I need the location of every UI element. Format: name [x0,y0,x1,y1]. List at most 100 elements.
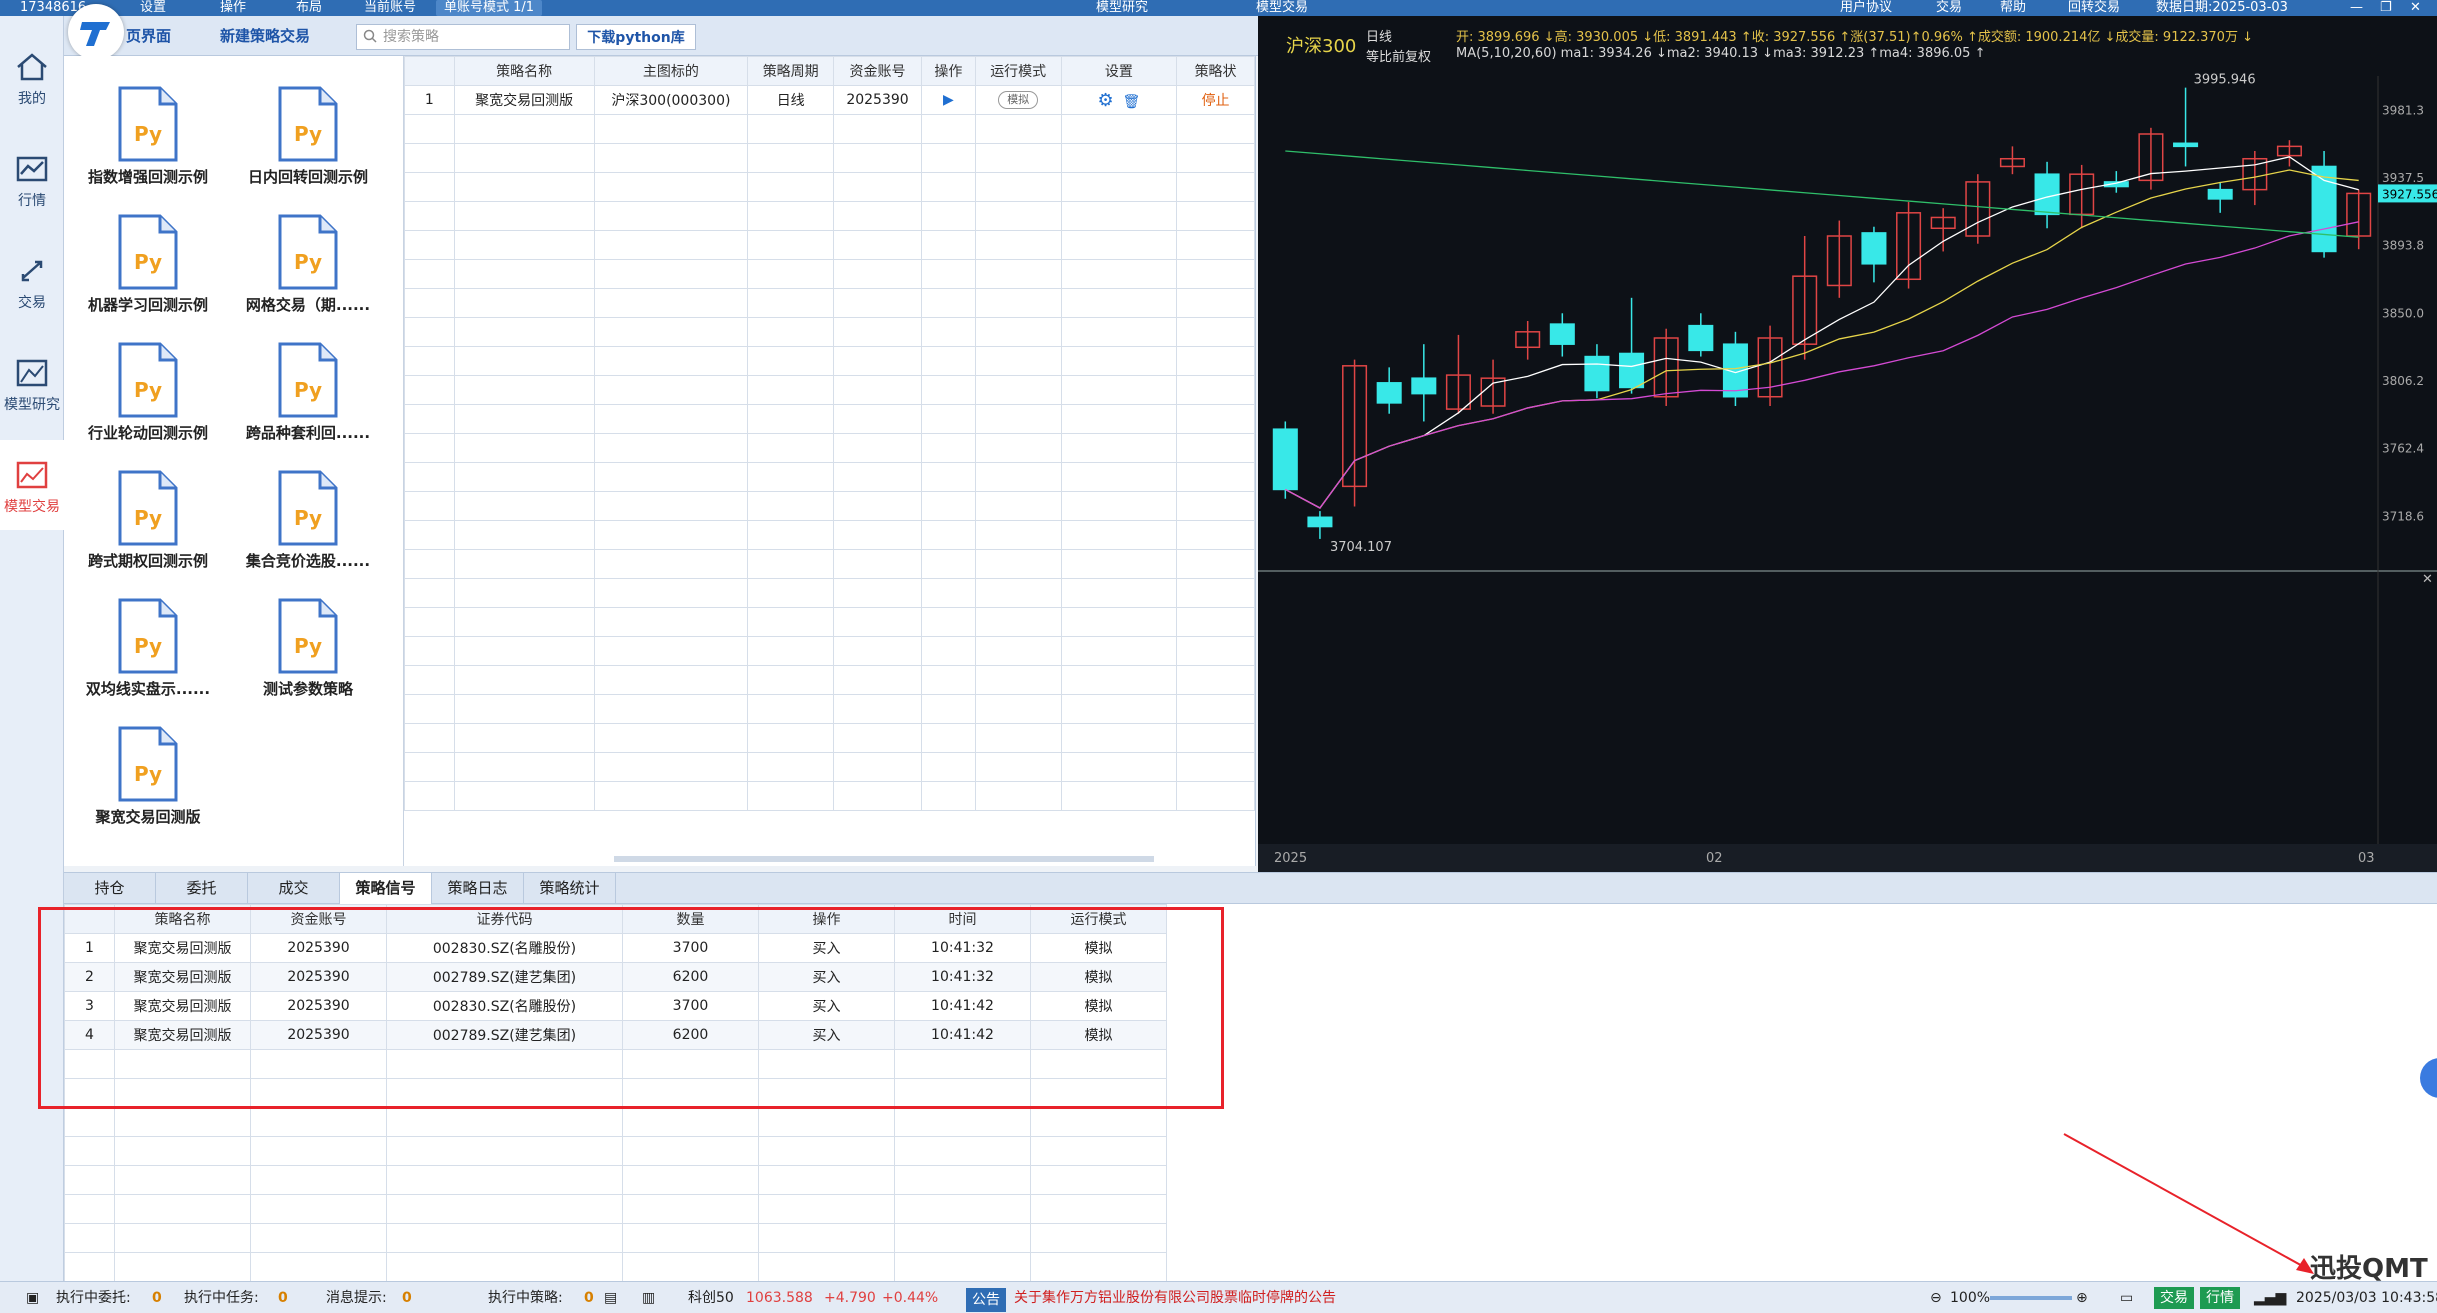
window-minimize-icon[interactable]: — [2350,0,2363,16]
search-input[interactable]: 搜索策略 [356,24,570,50]
tab-bottom[interactable]: 策略信号 [340,873,432,904]
column-header[interactable]: 策略状 [1176,56,1255,86]
strategy-file[interactable]: Py 行业轮动回测示例 [68,312,228,442]
candle-body[interactable] [2034,173,2060,216]
strategy-file[interactable]: Py 日内回转回测示例 [228,56,388,186]
table-row[interactable]: 3 聚宽交易回测版 2025390 002830.SZ(名雕股份) 3700 买入 10:4… [64,991,1167,1021]
trade-menu[interactable]: 交易 [1936,0,1962,16]
column-header[interactable]: 策略名称 [453,56,595,86]
calc-icon[interactable]: ▤ [604,1282,617,1313]
play-icon[interactable]: ▶ [943,92,954,108]
column-header[interactable]: 时间 [894,904,1031,934]
column-header[interactable]: 操作 [920,56,976,86]
strategy-file[interactable]: Py 集合竞价选股...... [228,440,388,570]
download-python-button[interactable]: 下载python库 [576,24,696,50]
candle-body[interactable] [1411,377,1437,395]
gear-icon[interactable]: ⚙ [1097,90,1113,111]
table-cell: 2025390 [250,1020,387,1050]
strategy-file[interactable]: Py 测试参数策略 [228,568,388,698]
account-mode-dropdown[interactable]: 单账号模式 1/1 [436,0,543,16]
nav-item-mine[interactable]: 我的 [0,32,64,122]
horizontal-scrollbar[interactable] [614,856,1154,862]
column-header[interactable]: 证券代码 [386,904,623,934]
help-menu[interactable]: 帮助 [2000,0,2026,16]
model-trading-tab[interactable]: 模型交易 [1256,0,1308,16]
window-close-icon[interactable]: ✕ [2410,0,2421,16]
column-header[interactable]: 操作 [758,904,895,934]
column-header[interactable]: 主图标的 [593,56,749,86]
strategy-file[interactable]: Py 双均线实盘示...... [68,568,228,698]
candle-body[interactable] [1549,323,1575,345]
backtest-trade-menu[interactable]: 回转交易 [2068,0,2120,16]
strategy-file[interactable]: Py 网格交易（期...... [228,184,388,314]
candle-body[interactable] [2173,142,2199,148]
table-cell[interactable]: ▶ [920,85,976,115]
table-row[interactable]: 1 聚宽交易回测版 2025390 002830.SZ(名雕股份) 3700 买入 10:4… [64,933,1167,963]
tab-bottom[interactable]: 策略日志 [432,873,524,904]
column-header[interactable]: 资金账号 [833,56,922,86]
user-agreement-link[interactable]: 用户协议 [1840,0,1892,16]
index-percent: +0.44% [882,1290,939,1306]
candle-body[interactable] [1619,352,1645,389]
table-row[interactable]: 1 聚宽交易回测版 沪深300(000300) 日线 2025390 ▶ 模拟 ⚙ 🗑 停止 [404,85,1255,115]
strategy-file[interactable]: Py 跨式期权回测示例 [68,440,228,570]
strategy-file[interactable]: Py 指数增强回测示例 [68,56,228,186]
notice-tag[interactable]: 公告 [966,1288,1006,1312]
empty-cell [747,172,835,202]
table-row[interactable]: 4 聚宽交易回测版 2025390 002789.SZ(建艺集团) 6200 买入 10:4… [64,1020,1167,1050]
strategy-file[interactable]: Py 聚宽交易回测版 [68,696,228,826]
nav-item-model-trade[interactable]: 模型交易 [0,440,64,530]
empty-cell [747,520,835,550]
candle-body[interactable] [1376,382,1402,404]
column-header[interactable]: 资金账号 [250,904,387,934]
column-header[interactable]: 设置 [1060,56,1178,86]
column-header[interactable] [404,56,455,86]
tab-bottom[interactable]: 持仓 [64,873,156,904]
table-row[interactable]: 2 聚宽交易回测版 2025390 002789.SZ(建艺集团) 6200 买入 10:4… [64,962,1167,992]
tab-new-strategy[interactable]: 新建策略交易 [220,22,310,50]
tab-bottom[interactable]: 委托 [156,873,248,904]
empty-cell [593,607,749,637]
strategy-file[interactable]: Py 跨品种套利回...... [228,312,388,442]
column-header[interactable]: 运行模式 [974,56,1062,86]
nav-item-market[interactable]: 行情 [0,134,64,224]
run-mode-toggle[interactable]: 模拟 [998,91,1039,109]
candle-body[interactable] [1861,232,1887,265]
column-header[interactable] [64,904,115,934]
trade-button[interactable]: 交易 [2154,1287,2194,1309]
column-header[interactable]: 策略周期 [747,56,835,86]
tab-home[interactable]: 页界面 [126,22,171,50]
candle-body[interactable] [2207,188,2233,200]
window-restore-icon[interactable]: ❐ [2380,0,2392,16]
strategy-file[interactable]: Py 机器学习回测示例 [68,184,228,314]
trash-icon[interactable]: 🗑 [1123,94,1141,110]
settings-menu[interactable]: 设置 [140,0,166,16]
column-header[interactable]: 策略名称 [114,904,251,934]
zoom-slider[interactable] [1990,1296,2072,1300]
column-header[interactable]: 运行模式 [1030,904,1167,934]
zoom-in-icon[interactable]: ⊕ [2076,1282,2088,1313]
monitor-icon[interactable]: ▣ [26,1282,39,1313]
python-file-icon-text: Py [133,762,163,786]
candle-body[interactable] [1272,428,1298,491]
window-icon[interactable]: ▥ [642,1282,655,1313]
nav-item-trade[interactable]: 交易 [0,236,64,326]
zoom-out-icon[interactable]: ⊖ [1930,1282,1942,1313]
close-subchart-icon[interactable]: ✕ [2422,572,2433,587]
screen-icon[interactable]: ▭ [2120,1282,2133,1313]
candle-body[interactable] [1688,324,1714,352]
operations-menu[interactable]: 操作 [220,0,246,16]
candle-body[interactable] [1307,516,1333,528]
index-name[interactable]: 科创50 [688,1282,734,1313]
tab-bottom[interactable]: 策略统计 [524,873,616,904]
column-header[interactable]: 数量 [622,904,759,934]
candle-body[interactable] [2311,165,2337,253]
notice-text[interactable]: 关于集作万方铝业股份有限公司股票临时停牌的公告 [1014,1282,1336,1313]
market-button[interactable]: 行情 [2200,1287,2240,1309]
tab-bottom[interactable]: 成交 [248,873,340,904]
model-research-tab[interactable]: 模型研究 [1096,0,1148,16]
candle-body[interactable] [1584,355,1610,392]
nav-item-model-research[interactable]: 模型研究 [0,338,64,428]
candlestick-chart[interactable]: 3981.3 3937.5 3893.8 3850.0 3806.2 3762.4 3718… [1258,16,2437,872]
layout-menu[interactable]: 布局 [296,0,322,16]
